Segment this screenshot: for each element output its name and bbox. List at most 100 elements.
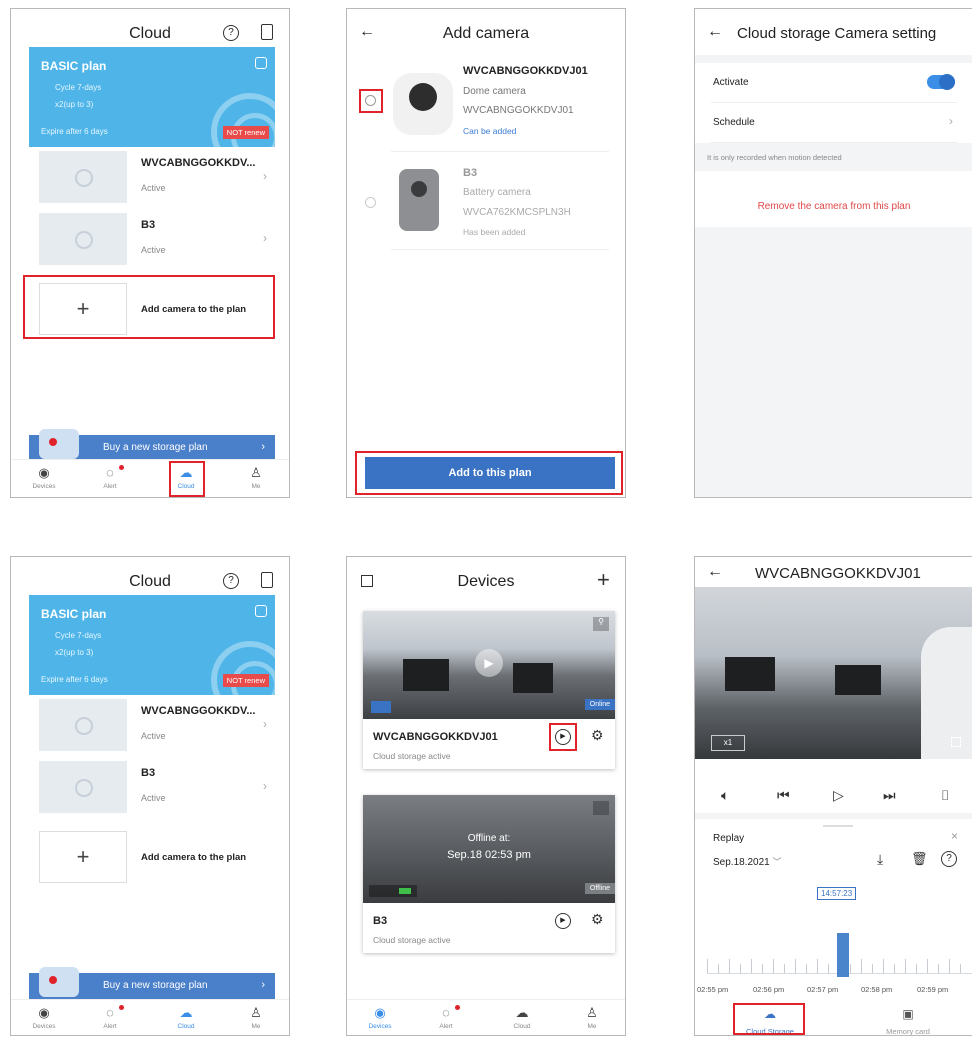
close-icon[interactable]: × (951, 829, 958, 843)
battery-level (399, 888, 411, 894)
buy-storage-label: Buy a new storage plan (103, 442, 208, 453)
pin-icon[interactable] (593, 801, 609, 815)
camera-row-2[interactable]: B3 Active › (29, 761, 275, 817)
chat-icon: ◌ (106, 1005, 114, 1020)
person-icon: ♙ (586, 1005, 598, 1020)
tab-alert[interactable]: ◌ Alert (85, 460, 135, 497)
camera-status: Active (141, 245, 166, 255)
tab-me[interactable]: ♙ Me (231, 460, 281, 497)
chevron-right-icon: › (261, 979, 265, 991)
snapshot-icon[interactable]: ⌷ (941, 787, 949, 804)
tab-devices[interactable]: ◉ Devices (355, 1000, 405, 1035)
activate-row: Activate (711, 63, 957, 103)
time-label: 02:59 pm (917, 985, 949, 994)
tab-label: Alert (103, 1023, 117, 1030)
cloud-playback-icon[interactable]: ▶ (555, 913, 571, 929)
next-icon[interactable]: ⏭︎ (883, 787, 896, 804)
time-label: 02:58 pm (861, 985, 893, 994)
tab-label: Devices (32, 483, 56, 490)
add-camera-button[interactable]: + (39, 831, 127, 883)
chevron-right-icon: › (263, 717, 267, 731)
time-label: 02:57 pm (807, 985, 839, 994)
back-arrow-icon[interactable]: ← (707, 23, 723, 41)
timeline-tick (949, 959, 950, 973)
buy-storage-plan-button[interactable]: Buy a new storage plan › (29, 967, 275, 999)
play-icon[interactable]: ▷ (833, 787, 844, 804)
document-icon[interactable] (261, 572, 273, 588)
download-icon[interactable]: ⤓ (877, 851, 883, 868)
tab-alert[interactable]: ◌ Alert (85, 1000, 135, 1035)
device-card-1[interactable]: ▶ ⚲ Online WVCABNGGOKKDVJ01 Cloud storag… (363, 611, 615, 769)
tab-memory-card[interactable]: ▣ Memory card (873, 1007, 943, 1035)
camera-row-1[interactable]: WVCABNGGOKKDV... Active › (29, 151, 275, 207)
timeline-tick (729, 959, 730, 973)
schedule-row[interactable]: Schedule › (711, 103, 957, 143)
tab-devices[interactable]: ◉ Devices (19, 460, 69, 497)
add-device-icon[interactable]: + (597, 567, 610, 593)
help-icon[interactable]: ? (223, 573, 239, 589)
plan-settings-icon[interactable] (255, 57, 267, 69)
drag-handle[interactable] (823, 825, 853, 827)
delete-icon[interactable]: 🗑︎ (911, 851, 928, 867)
offline-label: Offline at: (467, 833, 511, 844)
camera-promo-icon (39, 967, 79, 997)
camera-lens (409, 83, 437, 111)
document-icon[interactable] (261, 24, 273, 40)
plan-card[interactable]: BASIC plan Cycle 7-days x2(up to 3) Expi… (29, 47, 275, 147)
screen-playback: ← WVCABNGGOKKDVJ01 x1 🔈︎ ⏮︎ ▷ ⏭︎ ⌷ Repla… (694, 556, 972, 1036)
date-selector[interactable]: Sep.18.2021 ﹀ (713, 855, 782, 868)
pin-icon[interactable]: ⚲ (593, 617, 609, 631)
tab-label: Alert (103, 483, 117, 490)
camera-lens (411, 181, 427, 197)
tab-me[interactable]: ♙ Me (567, 1000, 617, 1035)
chat-icon: ◌ (442, 1005, 450, 1020)
buy-storage-label: Buy a new storage plan (103, 980, 208, 991)
tab-me[interactable]: ♙ Me (231, 1000, 281, 1035)
activate-label: Activate (713, 77, 749, 88)
timeline-tick (740, 964, 741, 973)
timeline-tick (850, 964, 851, 973)
screen-cloud-2: Cloud ? BASIC plan Cycle 7-days x2(up to… (10, 556, 290, 1036)
cloud-icon: ☁ (179, 1005, 193, 1020)
camera-row-2[interactable]: B3 Active › (29, 213, 275, 269)
gear-icon[interactable]: ⚙ (591, 911, 604, 928)
plan-name: BASIC plan (41, 59, 107, 73)
camera-status: Active (141, 731, 166, 741)
camera-thumbnail (39, 151, 127, 203)
play-icon[interactable]: ▶ (475, 649, 503, 677)
buy-storage-plan-button[interactable]: Buy a new storage plan › (29, 429, 275, 461)
timeline-tick (718, 964, 719, 973)
tab-label: Alert (439, 1023, 453, 1030)
tab-alert[interactable]: ◌ Alert (421, 1000, 471, 1035)
back-arrow-icon[interactable]: ← (707, 563, 723, 581)
tab-label: Me (251, 1023, 261, 1030)
camera-status: Active (141, 183, 166, 193)
date-value: Sep.18.2021 (713, 857, 770, 868)
tab-cloud[interactable]: ☁ Cloud (161, 1000, 211, 1035)
fullscreen-icon[interactable] (951, 737, 961, 747)
help-icon[interactable]: ? (941, 851, 957, 867)
highlight-box (169, 461, 205, 497)
camera-row-1[interactable]: WVCABNGGOKKDV... Active › (29, 699, 275, 755)
help-icon[interactable]: ? (223, 25, 239, 41)
activate-toggle[interactable] (927, 74, 955, 90)
volume-icon[interactable]: 🔈︎ (721, 787, 729, 804)
plan-card[interactable]: BASIC plan Cycle 7-days x2(up to 3) Expi… (29, 595, 275, 695)
highlight-box (355, 451, 623, 495)
cloud-icon: ☁ (515, 1005, 529, 1020)
tab-cloud[interactable]: ☁ Cloud (497, 1000, 547, 1035)
add-camera-label[interactable]: Add camera to the plan (141, 852, 246, 863)
live-video[interactable]: x1 (695, 587, 972, 759)
camera-select-radio[interactable] (365, 197, 376, 208)
device-card-2[interactable]: Offline at: Sep.18 02:53 pm Offline B3 C… (363, 795, 615, 953)
chevron-down-icon: ﹀ (772, 857, 782, 867)
gear-icon[interactable]: ⚙ (591, 727, 604, 744)
speed-selector[interactable]: x1 (711, 735, 745, 751)
device-status: Cloud storage active (373, 751, 451, 761)
tab-devices[interactable]: ◉ Devices (19, 1000, 69, 1035)
remove-camera-button[interactable]: Remove the camera from this plan (695, 201, 972, 212)
previous-icon[interactable]: ⏮︎ (777, 787, 790, 804)
plan-settings-icon[interactable] (255, 605, 267, 617)
schedule-label: Schedule (713, 117, 755, 128)
offline-time: Sep.18 02:53 pm (447, 849, 531, 861)
